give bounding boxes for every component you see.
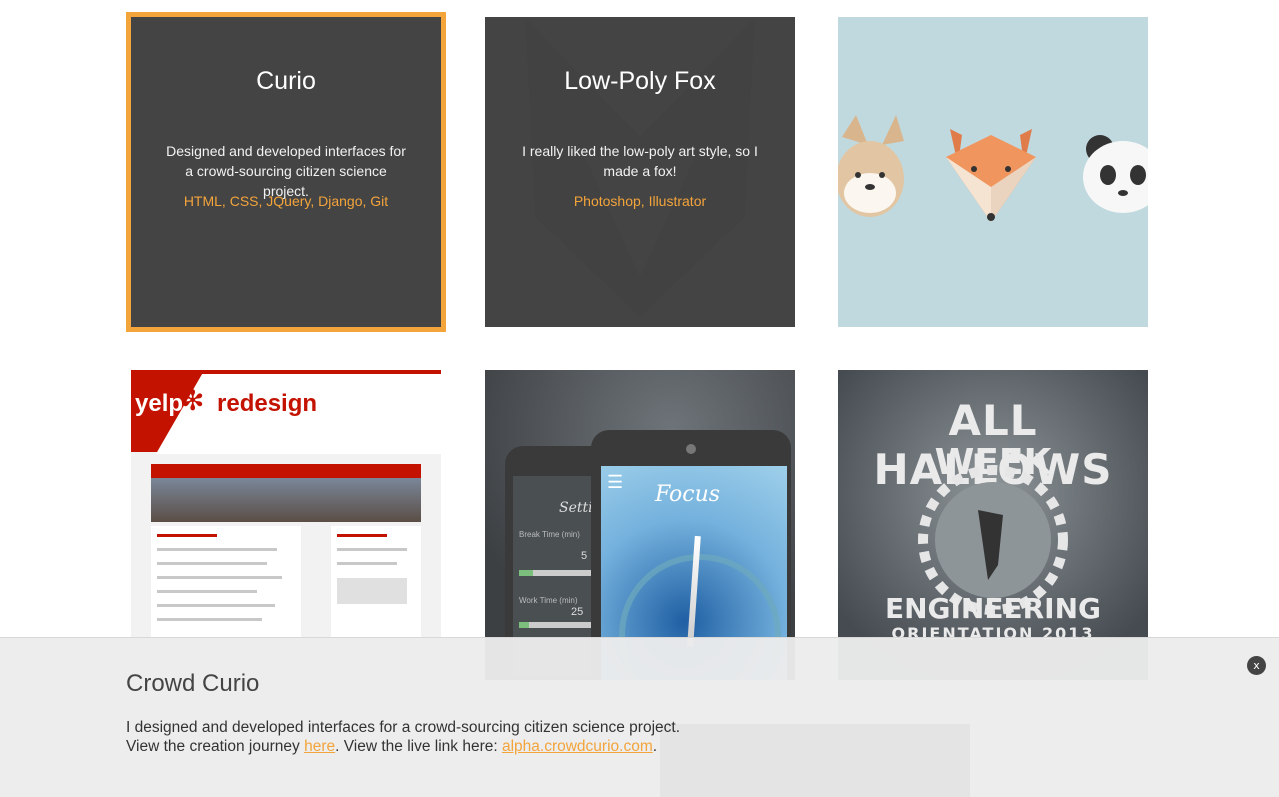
panel-description-line-1: I designed and developed interfaces for …	[126, 719, 681, 736]
panda-icon	[1083, 135, 1148, 213]
break-time-label: Break Time (min)	[519, 530, 580, 539]
project-tile-curio[interactable]: Curio Designed and developed interfaces …	[126, 12, 446, 332]
redesign-heading: redesign	[217, 390, 318, 417]
fox-icon	[946, 129, 1036, 222]
project-tile-yelp-redesign[interactable]: yelp ✻ redesign	[131, 370, 441, 680]
work-slider	[519, 622, 601, 628]
panel-preview-image	[660, 724, 970, 797]
mock-navbar	[151, 464, 421, 478]
poster-line-3: ENGINEERING	[884, 592, 1102, 625]
panel-description-suffix: .	[652, 738, 658, 755]
shiba-icon	[838, 115, 904, 217]
break-slider	[519, 570, 601, 576]
tile-description: Designed and developed interfaces for a …	[166, 143, 406, 199]
panel-title: Crowd Curio	[126, 670, 260, 697]
tile-title: Low-Poly Fox	[564, 67, 716, 95]
panel-description-prefix: View the creation journey	[126, 738, 305, 755]
creation-journey-link[interactable]: here	[304, 738, 335, 755]
flat-animals-illustration	[838, 115, 1148, 222]
project-tile-low-poly-fox[interactable]: Low-Poly Fox I really liked the low-poly…	[485, 17, 795, 327]
project-tile-flat-animals[interactable]	[838, 17, 1148, 327]
tile-overlay: Low-Poly Fox I really liked the low-poly…	[485, 17, 795, 327]
focus-app-title: Focus	[655, 482, 721, 507]
tile-tags: HTML, CSS, JQuery, Django, Git	[183, 193, 389, 209]
menu-icon: ☰	[607, 472, 624, 492]
tile-tags: Photoshop, Illustrator	[573, 193, 707, 209]
project-tile-focus-app[interactable]: Settings Break Time (min) 5 Work Time (m…	[485, 370, 795, 680]
tile-overlay: Curio Designed and developed interfaces …	[131, 17, 441, 327]
mock-city-banner	[151, 478, 421, 522]
yelp-logo: yelp	[135, 390, 184, 417]
work-time-value: 25	[571, 606, 584, 618]
project-tile-all-hallows-week[interactable]: ALL HALLOWS WEEK ENGINEERING ORIENTATION…	[838, 370, 1148, 680]
project-detail-panel: Crowd Curio I designed and developed int…	[0, 637, 1279, 797]
tile-title: Curio	[256, 67, 316, 95]
panel-description: I designed and developed interfaces for …	[126, 718, 680, 756]
live-site-link[interactable]: alpha.crowdcurio.com	[502, 738, 653, 755]
panel-description-middle: . View the live link here:	[335, 738, 502, 755]
tile-description: I really liked the low-poly art style, s…	[522, 143, 758, 179]
close-button[interactable]: x	[1247, 656, 1266, 675]
camera-icon	[686, 444, 696, 454]
yelp-burst-icon: ✻	[181, 385, 205, 416]
work-time-label: Work Time (min)	[519, 596, 578, 605]
break-time-value: 5	[581, 550, 588, 562]
